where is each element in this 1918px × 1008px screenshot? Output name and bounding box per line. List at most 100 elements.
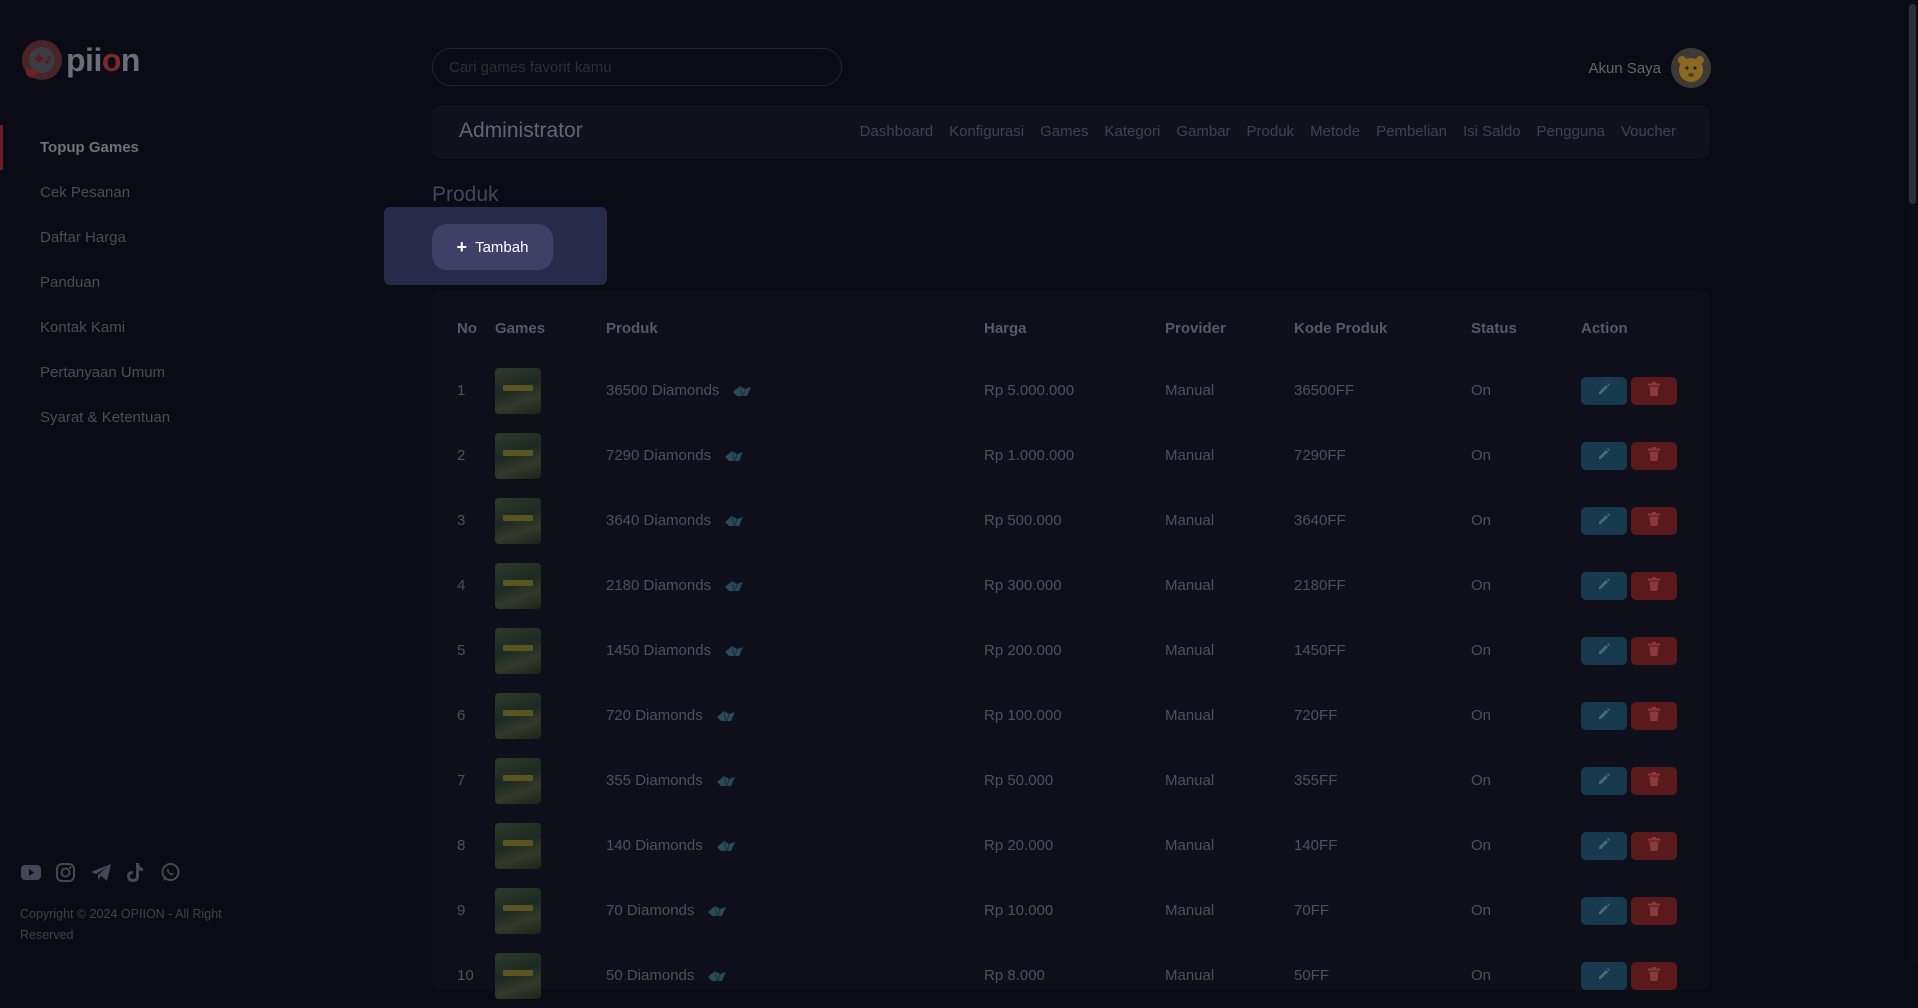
edit-button[interactable] xyxy=(1581,766,1627,795)
sidebar-item-cek-pesanan[interactable]: Cek Pesanan xyxy=(0,170,400,215)
gamepad-logo-icon xyxy=(20,38,64,82)
trash-icon xyxy=(1648,706,1660,725)
sidebar-item-kontak-kami[interactable]: Kontak Kami xyxy=(0,305,400,350)
row-produk: 2180 Diamonds xyxy=(605,553,983,618)
row-game xyxy=(494,683,605,748)
row-actions xyxy=(1580,423,1710,488)
add-product-button[interactable]: + Tambah xyxy=(432,224,553,270)
row-game xyxy=(494,878,605,943)
table-row: 1 36500 Diamonds Rp 5.000.000 Manual 36500FF… xyxy=(432,358,1710,423)
diamond-icon xyxy=(706,969,728,983)
tiktok-icon[interactable] xyxy=(125,862,146,883)
edit-button[interactable] xyxy=(1581,636,1627,665)
diamond-icon xyxy=(715,709,737,723)
row-status: On xyxy=(1471,577,1492,594)
edit-button[interactable] xyxy=(1581,831,1627,860)
row-provider: Manual xyxy=(1165,447,1215,464)
product-name: 36500 Diamonds xyxy=(606,382,720,399)
header-harga: Harga xyxy=(984,320,1027,337)
trash-icon xyxy=(1648,771,1660,790)
row-kode-produk: 3640FF xyxy=(1294,512,1346,529)
add-button-label: Tambah xyxy=(475,238,529,256)
header-provider: Provider xyxy=(1165,320,1226,337)
row-no: 1 xyxy=(457,382,466,399)
instagram-icon[interactable] xyxy=(55,862,76,883)
admin-nav-kategori[interactable]: Kategori xyxy=(1104,123,1160,140)
row-actions xyxy=(1580,878,1710,943)
row-provider: Manual xyxy=(1165,967,1215,984)
admin-nav-gambar[interactable]: Gambar xyxy=(1176,123,1230,140)
row-actions xyxy=(1580,813,1710,878)
whatsapp-icon[interactable] xyxy=(160,862,181,883)
delete-button[interactable] xyxy=(1631,896,1677,925)
row-status: On xyxy=(1471,707,1492,724)
account-menu[interactable]: Akun Saya xyxy=(1588,48,1711,88)
product-name: 720 Diamonds xyxy=(606,707,703,724)
delete-button[interactable] xyxy=(1631,441,1677,470)
diamond-icon xyxy=(715,839,737,853)
admin-nav-pembelian[interactable]: Pembelian xyxy=(1376,123,1447,140)
table-row: 9 70 Diamonds Rp 10.000 Manual 70FF On xyxy=(432,878,1710,943)
table-row: 8 140 Diamonds Rp 20.000 Manual 140FF On xyxy=(432,813,1710,878)
logo[interactable]: piion xyxy=(20,38,140,82)
delete-button[interactable] xyxy=(1631,636,1677,665)
diamond-icon xyxy=(723,449,745,463)
diamond-icon xyxy=(723,514,745,528)
search-input[interactable] xyxy=(433,49,841,85)
admin-nav-pengguna[interactable]: Pengguna xyxy=(1537,123,1605,140)
row-actions xyxy=(1580,683,1710,748)
row-produk: 1450 Diamonds xyxy=(605,618,983,683)
delete-button[interactable] xyxy=(1631,961,1677,990)
admin-header: Administrator Dashboard Konfigurasi Game… xyxy=(432,105,1710,159)
edit-button[interactable] xyxy=(1581,506,1627,535)
edit-button[interactable] xyxy=(1581,701,1627,730)
admin-nav-games[interactable]: Games xyxy=(1040,123,1088,140)
sidebar-item-panduan[interactable]: Panduan xyxy=(0,260,400,305)
edit-button[interactable] xyxy=(1581,571,1627,600)
sidebar-item-syarat-ketentuan[interactable]: Syarat & Ketentuan xyxy=(0,395,400,440)
scrollbar-thumb[interactable] xyxy=(1909,4,1916,204)
trash-icon xyxy=(1648,641,1660,660)
admin-nav-voucher[interactable]: Voucher xyxy=(1621,123,1676,140)
pencil-icon xyxy=(1597,642,1611,660)
row-provider: Manual xyxy=(1165,902,1215,919)
row-harga: Rp 8.000 xyxy=(984,967,1045,984)
sidebar-item-topup-games[interactable]: Topup Games xyxy=(0,125,400,170)
delete-button[interactable] xyxy=(1631,701,1677,730)
admin-nav-konfigurasi[interactable]: Konfigurasi xyxy=(949,123,1024,140)
delete-button[interactable] xyxy=(1631,571,1677,600)
game-thumbnail xyxy=(495,432,541,479)
row-status: On xyxy=(1471,642,1492,659)
product-name: 50 Diamonds xyxy=(606,967,695,984)
page-scrollbar[interactable] xyxy=(1907,0,1918,965)
row-provider: Manual xyxy=(1165,707,1215,724)
game-thumbnail xyxy=(495,952,541,999)
sidebar-item-daftar-harga[interactable]: Daftar Harga xyxy=(0,215,400,260)
row-harga: Rp 1.000.000 xyxy=(984,447,1075,464)
diamond-icon xyxy=(723,644,745,658)
row-no: 8 xyxy=(457,837,466,854)
delete-button[interactable] xyxy=(1631,831,1677,860)
edit-button[interactable] xyxy=(1581,441,1627,470)
telegram-icon[interactable] xyxy=(90,862,111,883)
admin-nav-dashboard[interactable]: Dashboard xyxy=(860,123,933,140)
products-table: No Games Produk Harga Provider Kode Prod… xyxy=(432,290,1710,1008)
delete-button[interactable] xyxy=(1631,376,1677,405)
delete-button[interactable] xyxy=(1631,766,1677,795)
table-row: 4 2180 Diamonds Rp 300.000 Manual 2180FF On xyxy=(432,553,1710,618)
delete-button[interactable] xyxy=(1631,506,1677,535)
row-harga: Rp 50.000 xyxy=(984,772,1054,789)
sidebar-item-pertanyaan-umum[interactable]: Pertanyaan Umum xyxy=(0,350,400,395)
game-thumbnail xyxy=(495,692,541,739)
edit-button[interactable] xyxy=(1581,376,1627,405)
avatar[interactable] xyxy=(1671,48,1711,88)
row-provider: Manual xyxy=(1165,642,1215,659)
admin-nav-isi-saldo[interactable]: Isi Saldo xyxy=(1463,123,1521,140)
admin-nav-produk[interactable]: Produk xyxy=(1247,123,1295,140)
edit-button[interactable] xyxy=(1581,961,1627,990)
diamond-icon xyxy=(715,774,737,788)
edit-button[interactable] xyxy=(1581,896,1627,925)
admin-nav-metode[interactable]: Metode xyxy=(1310,123,1360,140)
sidebar: piion Topup Games Cek Pesanan Daftar Har… xyxy=(0,0,400,965)
youtube-icon[interactable] xyxy=(20,862,41,883)
